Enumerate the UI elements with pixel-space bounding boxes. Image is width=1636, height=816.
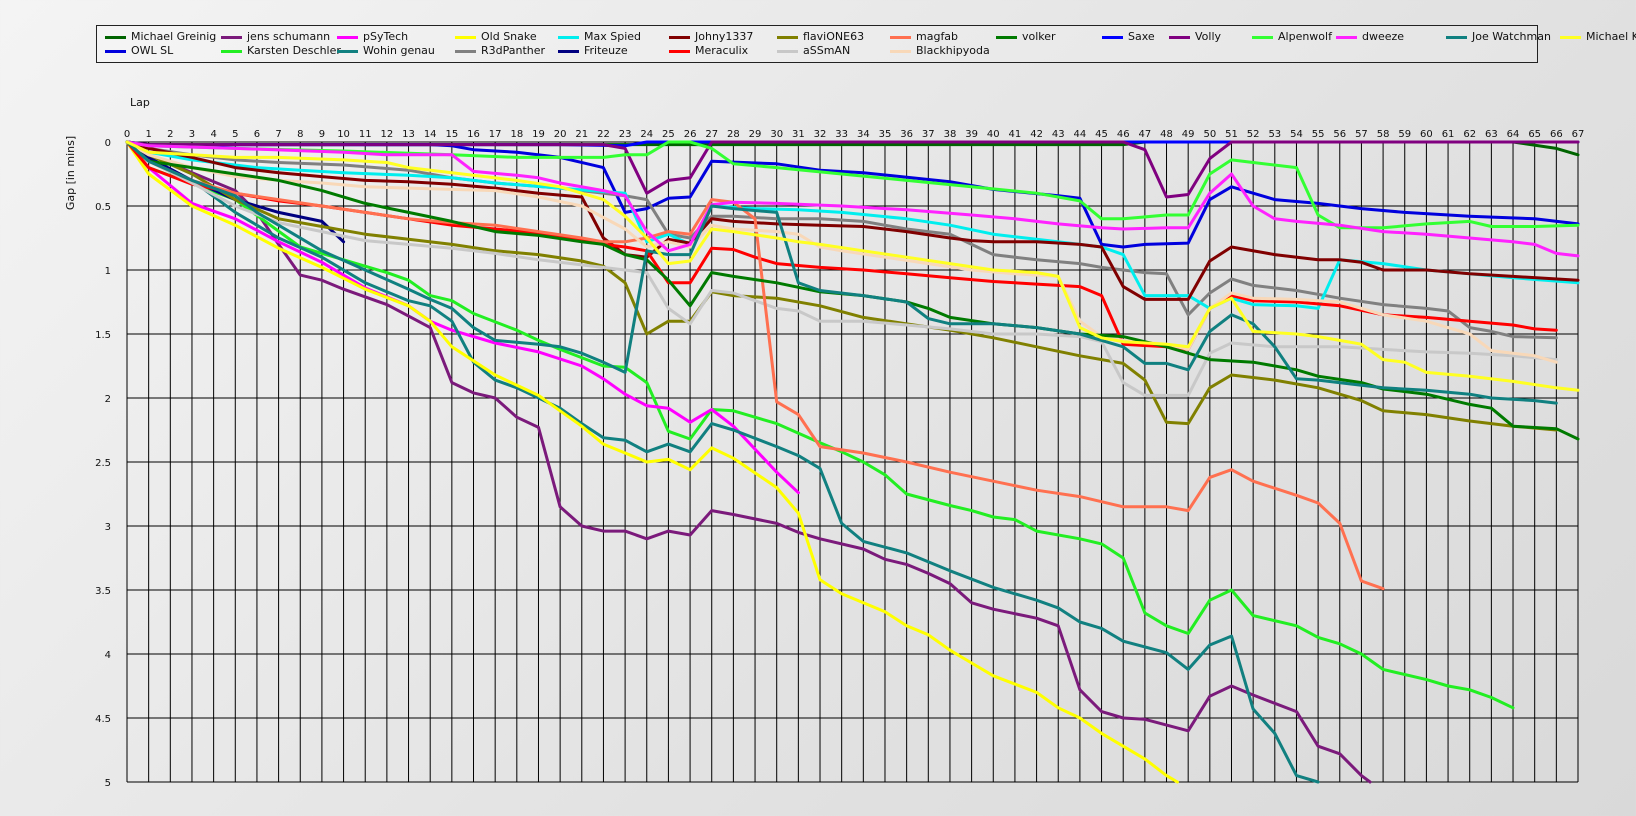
x-tick-label: 42 xyxy=(1030,129,1043,140)
x-tick-label: 58 xyxy=(1377,129,1390,140)
x-tick-label: 5 xyxy=(232,129,238,140)
y-tick-label: 4 xyxy=(105,650,111,661)
x-tick-label: 4 xyxy=(210,129,216,140)
x-tick-label: 12 xyxy=(381,129,394,140)
x-tick-label: 19 xyxy=(532,129,545,140)
x-tick-label: 17 xyxy=(489,129,502,140)
y-tick-label: 1.5 xyxy=(95,330,111,341)
y-axis-label: Gap [in mins] xyxy=(64,136,77,210)
x-tick-label: 53 xyxy=(1268,129,1281,140)
x-tick-label: 40 xyxy=(987,129,1000,140)
x-tick-label: 48 xyxy=(1160,129,1173,140)
x-tick-label: 47 xyxy=(1138,129,1151,140)
x-tick-label: 57 xyxy=(1355,129,1368,140)
x-tick-label: 35 xyxy=(879,129,892,140)
x-tick-label: 11 xyxy=(359,129,372,140)
x-tick-label: 37 xyxy=(922,129,935,140)
x-tick-label: 32 xyxy=(814,129,827,140)
x-tick-label: 51 xyxy=(1225,129,1238,140)
x-tick-label: 6 xyxy=(254,129,260,140)
x-tick-label: 49 xyxy=(1182,129,1195,140)
x-tick-label: 26 xyxy=(684,129,697,140)
y-tick-label: 3 xyxy=(105,522,111,533)
x-tick-label: 2 xyxy=(167,129,173,140)
x-tick-label: 34 xyxy=(857,129,870,140)
x-tick-label: 52 xyxy=(1247,129,1260,140)
x-tick-label: 15 xyxy=(445,129,458,140)
y-tick-label: 1 xyxy=(105,266,111,277)
y-tick-label: 2.5 xyxy=(95,458,111,469)
x-tick-label: 9 xyxy=(319,129,325,140)
x-tick-label: 8 xyxy=(297,129,303,140)
x-tick-label: 3 xyxy=(189,129,195,140)
x-tick-label: 64 xyxy=(1507,129,1520,140)
x-tick-label: 45 xyxy=(1095,129,1108,140)
x-tick-label: 36 xyxy=(900,129,913,140)
x-tick-label: 61 xyxy=(1442,129,1455,140)
x-tick-label: 25 xyxy=(662,129,675,140)
x-tick-label: 0 xyxy=(124,129,130,140)
x-tick-label: 62 xyxy=(1463,129,1476,140)
x-tick-label: 30 xyxy=(770,129,783,140)
x-tick-label: 16 xyxy=(467,129,480,140)
x-tick-label: 14 xyxy=(424,129,437,140)
x-tick-label: 22 xyxy=(597,129,610,140)
x-tick-label: 23 xyxy=(619,129,632,140)
x-tick-label: 18 xyxy=(510,129,523,140)
x-tick-label: 66 xyxy=(1550,129,1563,140)
x-tick-label: 1 xyxy=(145,129,151,140)
x-tick-label: 33 xyxy=(835,129,848,140)
y-tick-label: 2 xyxy=(105,394,111,405)
x-tick-label: 10 xyxy=(337,129,350,140)
x-tick-label: 21 xyxy=(575,129,588,140)
x-tick-label: 59 xyxy=(1398,129,1411,140)
chart-grid xyxy=(126,141,1579,783)
y-tick-label: 3.5 xyxy=(95,586,111,597)
x-tick-label: 28 xyxy=(727,129,740,140)
y-tick-label: 0 xyxy=(105,138,111,149)
x-tick-label: 41 xyxy=(1009,129,1022,140)
x-tick-label: 67 xyxy=(1572,129,1585,140)
x-tick-label: 24 xyxy=(640,129,653,140)
x-tick-label: 54 xyxy=(1290,129,1303,140)
x-tick-label: 38 xyxy=(944,129,957,140)
x-tick-label: 7 xyxy=(275,129,281,140)
x-tick-label: 56 xyxy=(1333,129,1346,140)
x-tick-label: 29 xyxy=(749,129,762,140)
lap-gap-line-chart: 0 1 2 3 4 5 6 7 8 9 10 11 12 13 14 15 16 17 18 19 20 21 22 23 24… xyxy=(64,96,1585,789)
x-tick-label: 20 xyxy=(554,129,567,140)
y-tick-label: 4.5 xyxy=(95,714,111,725)
x-tick-label: 50 xyxy=(1203,129,1216,140)
x-tick-label: 13 xyxy=(402,129,415,140)
x-tick-label: 43 xyxy=(1052,129,1065,140)
x-axis-label: Lap xyxy=(130,96,150,109)
x-tick-label: 63 xyxy=(1485,129,1498,140)
x-tick-label: 31 xyxy=(792,129,805,140)
y-tick-label: 0.5 xyxy=(95,202,111,213)
x-tick-label: 55 xyxy=(1312,129,1325,140)
x-tick-label: 39 xyxy=(965,129,978,140)
x-tick-label: 60 xyxy=(1420,129,1433,140)
x-tick-label: 27 xyxy=(705,129,718,140)
x-tick-label: 44 xyxy=(1074,129,1087,140)
x-tick-label: 65 xyxy=(1528,129,1541,140)
y-tick-label: 5 xyxy=(105,778,111,789)
x-tick-label: 46 xyxy=(1117,129,1130,140)
